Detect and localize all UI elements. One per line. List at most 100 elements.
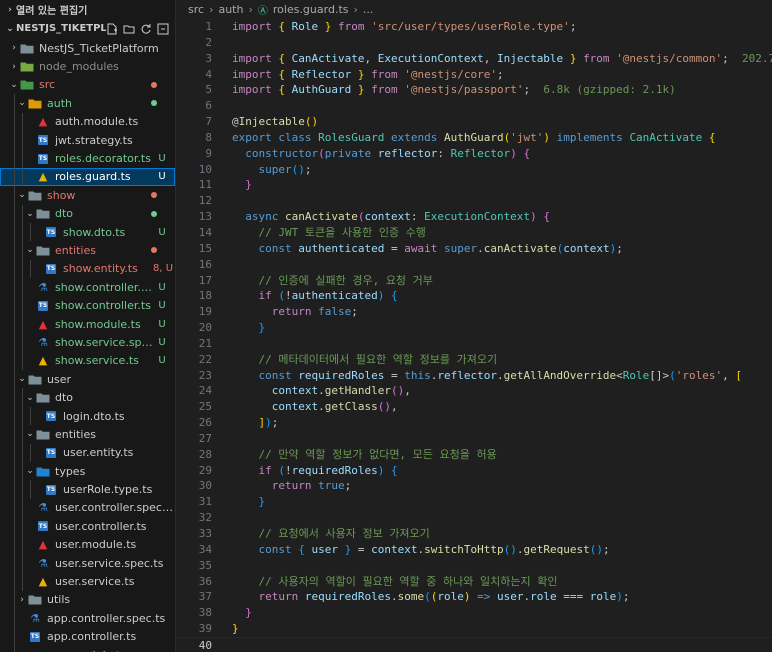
code-token: { xyxy=(278,67,285,81)
code-area[interactable]: 1 import { Role } from 'src/user/types/us… xyxy=(177,19,772,652)
breadcrumb-auth[interactable]: auth xyxy=(218,3,243,16)
code-line: 12 xyxy=(177,193,772,209)
tree-item[interactable]: TS show.entity.ts 8, U xyxy=(0,259,175,279)
indent-guide xyxy=(14,406,15,426)
code-token: from xyxy=(583,51,610,65)
code-token: getClass xyxy=(324,400,378,414)
indent-guide xyxy=(14,149,15,168)
tree-item[interactable]: ⌄ auth xyxy=(0,94,175,113)
indent-guide xyxy=(22,222,23,242)
explorer-sidebar: › 열려 있는 편집기 ⌄ NESTJS_TIKETPL... › NestJS_… xyxy=(0,0,176,652)
tree-item[interactable]: ▲ roles.guard.ts U xyxy=(0,167,175,187)
tree-item[interactable]: › NestJS_TicketPlatform xyxy=(0,39,175,57)
folder-icon xyxy=(28,189,42,201)
code-token: getHandler xyxy=(324,384,391,398)
git-status-dot xyxy=(151,100,157,107)
tree-item[interactable]: ⌄ user xyxy=(0,370,175,389)
test-file-icon: ⚗ xyxy=(30,611,40,625)
line-number: 11 xyxy=(198,178,212,192)
code-token: () xyxy=(589,542,603,556)
tree-item[interactable]: TS show.dto.ts U xyxy=(0,222,175,242)
tree-item-label: jwt.strategy.ts xyxy=(55,133,133,147)
tree-item[interactable]: ▲ show.service.ts U xyxy=(0,351,175,371)
line-number: 2 xyxy=(205,35,212,49)
code-line: 11 } xyxy=(177,177,772,193)
code-token: ; xyxy=(344,479,352,493)
tree-item[interactable]: TS user.entity.ts xyxy=(0,443,175,462)
code-text: // 사용자의 역할이 필요한 역할 중 하나와 일치하는지 확인 xyxy=(212,574,558,590)
indent-guide xyxy=(14,388,15,407)
code-token: ; xyxy=(523,83,544,97)
code-text: export class RolesGuard extends AuthGuar… xyxy=(212,130,716,146)
breadcrumb-file[interactable]: roles.guard.ts xyxy=(273,3,349,16)
line-number: 34 xyxy=(198,542,212,556)
tree-item[interactable]: TS show.controller.ts U xyxy=(0,296,175,315)
code-token: Injectable xyxy=(238,115,305,129)
indent-guide xyxy=(14,498,15,518)
line-number: 32 xyxy=(198,511,212,525)
tree-item-label: user.entity.ts xyxy=(63,446,134,460)
code-line: 25 context.getClass(), xyxy=(177,399,772,415)
code-token: import xyxy=(232,20,272,33)
tree-item-label: show xyxy=(47,188,76,202)
tree-item[interactable]: ⌄ types xyxy=(0,461,175,481)
code-line: 39} xyxy=(177,621,772,637)
code-token: [ xyxy=(735,368,743,382)
tree-item[interactable]: ⌄ dto xyxy=(0,388,175,407)
tree-item[interactable]: TS login.dto.ts xyxy=(0,406,175,426)
code-token: getRequest xyxy=(523,542,590,556)
tree-item[interactable]: › node_modules xyxy=(0,57,175,75)
tree-item[interactable]: ▲ user.module.ts xyxy=(0,535,175,554)
collapse-all-icon[interactable] xyxy=(157,23,169,35)
tree-item[interactable]: ⌄ dto xyxy=(0,204,175,223)
tree-item[interactable]: TS userRole.type.ts xyxy=(0,480,175,499)
code-token: class xyxy=(278,130,312,144)
tree-item[interactable]: TS app.controller.ts xyxy=(0,627,175,646)
indent-guide xyxy=(22,572,23,591)
tree-item[interactable]: TS jwt.strategy.ts xyxy=(0,130,175,150)
code-token: import xyxy=(232,51,272,65)
tree-item[interactable]: ⚗ user.controller.spec.ts xyxy=(0,498,175,518)
tree-item[interactable]: ⚗ show.controller.s... U xyxy=(0,278,175,297)
indent-guide xyxy=(14,425,15,444)
tree-item[interactable]: ⚗ user.service.spec.ts xyxy=(0,553,175,573)
open-editors-header[interactable]: › 열려 있는 편집기 xyxy=(0,0,175,19)
code-token: some xyxy=(397,590,425,604)
tree-item[interactable]: ▲ show.module.ts U xyxy=(0,314,175,334)
tree-item[interactable]: ⚗ show.service.spe... U xyxy=(0,333,175,352)
code-token: canActivate xyxy=(483,241,557,255)
new-file-icon[interactable] xyxy=(106,23,118,35)
refresh-icon[interactable] xyxy=(140,23,152,35)
tree-item[interactable]: TS user.controller.ts xyxy=(0,517,175,536)
breadcrumb-symbol[interactable]: ... xyxy=(363,3,374,16)
tree-item[interactable]: ⚗ app.controller.spec.ts xyxy=(0,609,175,628)
typescript-file-icon: TS xyxy=(38,300,48,311)
tree-item[interactable]: ⌄ entities xyxy=(0,425,175,444)
code-token: ExecutionContext xyxy=(424,210,531,224)
project-header[interactable]: ⌄ NESTJS_TIKETPL... xyxy=(0,19,175,38)
code-token: . xyxy=(477,241,484,255)
new-folder-icon[interactable] xyxy=(123,23,135,35)
tree-item[interactable]: TS roles.decorator.ts U xyxy=(0,149,175,168)
code-token: 'src/user/types/userRole.type' xyxy=(371,20,570,33)
tree-item[interactable]: ⌄ src xyxy=(0,76,175,94)
code-token: ( xyxy=(424,590,431,604)
tree-item[interactable]: ▲ auth.module.ts xyxy=(0,112,175,131)
tree-item[interactable]: › utils xyxy=(0,590,175,610)
code-token: authenticated xyxy=(298,241,385,255)
tree-item[interactable]: ⌄ entities xyxy=(0,241,175,260)
code-line: 17 // 인증에 실패한 경우, 요청 거부 xyxy=(177,273,772,289)
tree-item[interactable]: ⌄ show xyxy=(0,186,175,205)
tree-item[interactable]: ▲ user.service.ts xyxy=(0,572,175,591)
breadcrumb-src[interactable]: src xyxy=(188,3,204,16)
code-token: () xyxy=(377,400,391,414)
tree-item[interactable]: ▲app.module.ts xyxy=(0,645,175,652)
line-number: 39 xyxy=(198,622,212,636)
